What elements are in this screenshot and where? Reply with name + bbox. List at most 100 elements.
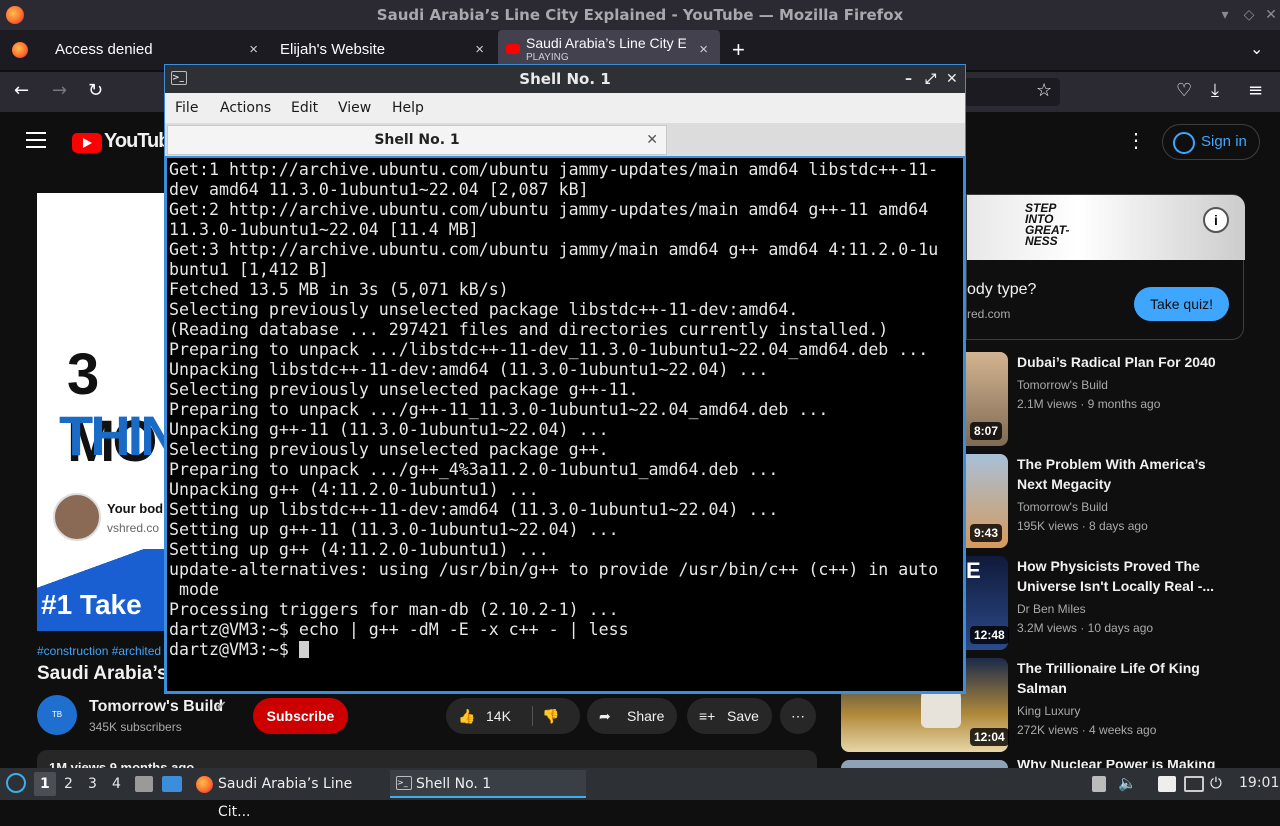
video-thumbnail[interactable]: 9:43 <box>966 454 1008 548</box>
close-icon[interactable]: ✕ <box>946 65 958 93</box>
video-thumbnail[interactable] <box>841 760 1008 768</box>
menu-view[interactable]: View <box>338 100 371 116</box>
subscribe-button[interactable]: Subscribe <box>253 698 348 734</box>
terminal-icon: >_ <box>171 71 187 85</box>
tab-shell-1[interactable]: Shell No. 1 ✕ <box>167 125 667 155</box>
terminal-line: Selecting previously unselected package … <box>169 380 639 399</box>
workspace-1[interactable]: 1 <box>40 776 50 792</box>
rec-title[interactable]: The Trillionaire Life Of King Salman <box>1017 658 1217 698</box>
share-button[interactable]: ➦ Share <box>587 698 677 734</box>
firefox-view-button[interactable] <box>10 30 42 70</box>
workspace-4[interactable]: 4 <box>112 776 121 792</box>
ad-domain: vshred.co <box>107 521 160 535</box>
minimize-icon[interactable]: – <box>905 65 912 93</box>
video-thumbnail-edge[interactable]: 12:04 <box>966 658 1009 752</box>
tab-playing-status: PLAYING <box>526 52 569 63</box>
rec-title[interactable]: How Physicists Proved The Universe Isn't… <box>1017 556 1217 596</box>
more-options-icon[interactable]: ⋮ <box>1126 128 1146 153</box>
workspace-3[interactable]: 3 <box>88 776 97 792</box>
network-icon[interactable] <box>1184 776 1204 792</box>
back-icon[interactable]: ← <box>14 80 29 101</box>
save-button[interactable]: ≡+ Save <box>687 698 772 734</box>
list-item[interactable]: Why Nuclear Power is Making a <box>966 760 1266 768</box>
terminal-line: Preparing to unpack .../g++_4%3a11.2.0-1… <box>169 460 779 479</box>
minimize-icon[interactable]: ▾ <box>1214 0 1236 30</box>
tab-close-icon[interactable]: ✕ <box>646 126 658 154</box>
rec-meta: 3.2M views · 10 days ago <box>1017 621 1154 635</box>
task-terminal[interactable]: >_ Shell No. 1 <box>390 770 586 798</box>
reload-icon[interactable]: ↻ <box>88 80 103 101</box>
menu-edit[interactable]: Edit <box>291 100 318 116</box>
rec-title[interactable]: Dubai’s Radical Plan For 2040 <box>1017 352 1217 372</box>
menu-help[interactable]: Help <box>392 100 424 116</box>
rec-channel[interactable]: King Luxury <box>1017 704 1080 718</box>
like-count[interactable]: 14K <box>486 698 511 734</box>
terminal-line: Get:1 http://archive.ubuntu.com/ubuntu j… <box>169 160 939 179</box>
rec-title[interactable]: Why Nuclear Power is Making a <box>1017 760 1217 768</box>
terminal-output[interactable]: Get:1 http://archive.ubuntu.com/ubuntu j… <box>165 156 965 693</box>
ad-card[interactable]: STEP INTO GREAT- NESS i ody type? red.co… <box>966 194 1245 340</box>
rec-channel[interactable]: Dr Ben Miles <box>1017 602 1086 616</box>
terminal-tabbar: Shell No. 1 ✕ <box>165 123 965 156</box>
list-tabs-icon[interactable]: ⌄ <box>1250 30 1263 70</box>
terminal-line: Unpacking g++ (4:11.2.0-1ubuntu1) ... <box>169 480 539 499</box>
ad-name: Your bod <box>107 501 164 516</box>
app-launcher-icon[interactable] <box>6 773 26 793</box>
terminal-line: mode <box>169 580 219 599</box>
terminal-titlebar[interactable]: >_ Shell No. 1 – ⤢ ✕ <box>165 65 965 93</box>
task-firefox[interactable]: Saudi Arabia’s Line Cit... <box>192 770 384 820</box>
pocket-icon[interactable]: ♡ <box>1176 80 1192 101</box>
info-icon[interactable]: i <box>1203 207 1229 233</box>
downloads-icon[interactable]: ⤓ <box>1211 80 1219 101</box>
more-actions-button[interactable]: ⋯ <box>780 698 816 734</box>
sign-in-button[interactable]: Sign in <box>1162 124 1260 160</box>
hashtags[interactable]: #construction #archited <box>37 644 161 658</box>
youtube-logo-icon[interactable] <box>72 133 102 153</box>
terminal-line: Fetched 13.5 MB in 3s (5,071 kB/s) <box>169 280 509 299</box>
video-thumbnail[interactable]: E 12:48 <box>966 556 1009 650</box>
rec-channel[interactable]: Tomorrow's Build <box>1017 378 1108 392</box>
video-player[interactable]: 3 MO THING Your bod vshred.co #1 Take <box>37 193 167 631</box>
bookmark-star-icon[interactable]: ☆ <box>1036 80 1052 101</box>
dislike-icon[interactable]: 👎 <box>542 698 559 734</box>
file-manager-icon[interactable] <box>135 776 153 792</box>
menu-icon[interactable] <box>26 132 46 148</box>
terminal-line: buntu1 [1,412 B] <box>169 260 329 279</box>
forward-icon[interactable]: → <box>52 80 67 101</box>
terminal-line: Unpacking libstdc++-11-dev:amd64 (11.3.0… <box>169 360 769 379</box>
terminal-line: Selecting previously unselected package … <box>169 300 799 319</box>
sign-in-label: Sign in <box>1201 133 1247 150</box>
terminal-line: Selecting previously unselected package … <box>169 440 609 459</box>
like-icon[interactable]: 👍 <box>458 698 475 734</box>
clock[interactable]: 19:01 <box>1239 775 1279 791</box>
thumbnail-text: THING <box>59 404 167 467</box>
ad-card-title: ody type? <box>967 281 1037 298</box>
notes-icon[interactable] <box>1158 776 1176 792</box>
rec-title[interactable]: The Problem With America’s Next Megacity <box>1017 454 1217 494</box>
close-icon[interactable]: ✕ <box>1260 0 1280 30</box>
menu-file[interactable]: File <box>175 100 198 116</box>
share-icon: ➦ <box>599 708 611 724</box>
volume-icon[interactable]: 🔈 <box>1118 774 1137 792</box>
menu-actions[interactable]: Actions <box>220 100 271 116</box>
power-icon[interactable]: ⏻ <box>1210 774 1222 792</box>
clipboard-icon[interactable] <box>1092 776 1106 792</box>
app-menu-icon[interactable]: ≡ <box>1248 80 1263 101</box>
duration-badge: 9:43 <box>970 524 1003 542</box>
ad-banner-text: STEP INTO GREAT- NESS <box>1025 201 1070 248</box>
share-label: Share <box>627 708 665 724</box>
show-desktop-icon[interactable] <box>162 776 182 792</box>
rec-channel[interactable]: Tomorrow's Build <box>1017 500 1108 514</box>
take-quiz-button[interactable]: Take quiz! <box>1134 287 1229 321</box>
channel-avatar[interactable]: TB <box>37 695 77 735</box>
terminal-line: Preparing to unpack .../libstdc++-11-dev… <box>169 340 929 359</box>
duration-badge: 8:07 <box>970 422 1003 440</box>
channel-name[interactable]: Tomorrow's Build <box>89 698 223 716</box>
workspace-2[interactable]: 2 <box>64 776 73 792</box>
maximize-icon[interactable]: ⤢ <box>925 65 936 93</box>
video-thumbnail[interactable]: 8:07 <box>966 352 1008 446</box>
terminal-line: Unpacking g++-11 (11.3.0-1ubuntu1~22.04)… <box>169 420 609 439</box>
maximize-icon[interactable]: ◇ <box>1238 0 1260 30</box>
terminal-line: Get:2 http://archive.ubuntu.com/ubuntu j… <box>169 200 929 219</box>
duration-badge: 12:48 <box>970 626 1009 644</box>
